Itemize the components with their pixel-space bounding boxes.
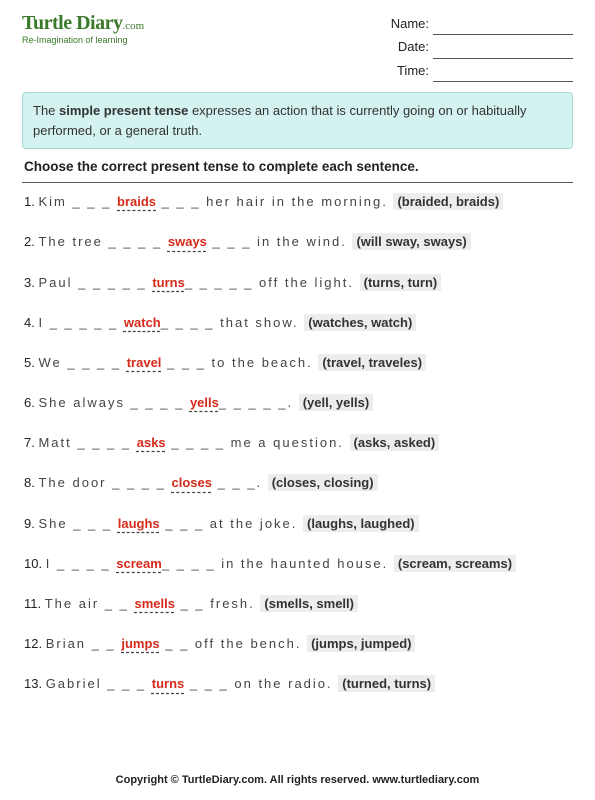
question-post: _ _ _ _ that show. <box>161 315 305 330</box>
answer: closes <box>171 475 211 490</box>
question-number: 6. <box>24 395 38 410</box>
logo: Turtle Diary.com Re-Imagination of learn… <box>22 12 144 82</box>
question-pre: Matt _ _ _ _ <box>38 435 136 450</box>
question-post: _ _ _ to the beach. <box>161 355 318 370</box>
footer: Copyright © TurtleDiary.com. All rights … <box>0 774 595 786</box>
logo-text: Turtle Diary.com <box>22 12 144 35</box>
questions-list: 1. Kim _ _ _ braids _ _ _ her hair in th… <box>22 193 573 693</box>
question-number: 12. <box>24 636 46 651</box>
header-row: Turtle Diary.com Re-Imagination of learn… <box>22 12 573 82</box>
question-post: _ _ _ _ _ off the light. <box>185 275 360 290</box>
meta-fields: Name: Date: Time: <box>391 12 573 82</box>
options: (turned, turns) <box>338 675 435 692</box>
options: (jumps, jumped) <box>307 635 415 652</box>
answer: travel <box>127 355 162 370</box>
question-row: 6. She always _ _ _ _ yells_ _ _ _ _. (y… <box>24 394 573 412</box>
options: (travel, traveles) <box>318 354 426 371</box>
options: (laughs, laughed) <box>303 515 419 532</box>
question-pre: The tree _ _ _ _ <box>38 234 167 249</box>
answer: smells <box>134 596 174 611</box>
options: (closes, closing) <box>268 474 378 491</box>
question-pre: The door _ _ _ _ <box>38 475 171 490</box>
question-number: 4. <box>24 315 38 330</box>
question-post: _ _ _. <box>212 475 268 490</box>
question-number: 11. <box>24 596 45 611</box>
answer: turns <box>152 676 185 691</box>
answer: laughs <box>118 516 160 531</box>
options: (scream, screams) <box>394 555 516 572</box>
answer: yells <box>190 395 219 410</box>
question-pre: We _ _ _ _ <box>38 355 126 370</box>
answer: braids <box>117 194 156 209</box>
date-label: Date: <box>398 39 429 54</box>
question-row: 13. Gabriel _ _ _ turns _ _ _ on the rad… <box>24 675 573 693</box>
question-pre: Brian _ _ <box>46 636 122 651</box>
intro-bold: simple present tense <box>59 103 188 118</box>
question-pre: I _ _ _ _ <box>46 556 117 571</box>
instruction: Choose the correct present tense to comp… <box>24 159 571 174</box>
logo-tagline: Re-Imagination of learning <box>22 35 144 45</box>
question-pre: I _ _ _ _ _ <box>38 315 123 330</box>
intro-pre: The <box>33 103 59 118</box>
question-number: 10. <box>24 556 46 571</box>
logo-main: Turtle Diary <box>22 12 122 34</box>
divider <box>22 182 573 183</box>
logo-suffix: .com <box>122 20 144 32</box>
question-pre: Gabriel _ _ _ <box>46 676 152 691</box>
time-label: Time: <box>397 63 429 78</box>
options: (turns, turn) <box>360 274 442 291</box>
time-blank[interactable] <box>433 81 573 82</box>
question-pre: Paul _ _ _ _ _ <box>38 275 152 290</box>
question-number: 2. <box>24 234 38 249</box>
options: (braided, braids) <box>393 193 503 210</box>
question-pre: She always _ _ _ _ <box>38 395 189 410</box>
question-pre: The air _ _ <box>45 596 135 611</box>
question-row: 5. We _ _ _ _ travel _ _ _ to the beach.… <box>24 354 573 372</box>
answer: scream <box>116 556 162 571</box>
question-post: _ _ _ in the wind. <box>207 234 353 249</box>
question-post: _ _ _ _ _. <box>219 395 299 410</box>
question-post: _ _ _ _ me a question. <box>166 435 350 450</box>
name-label: Name: <box>391 16 429 31</box>
question-row: 12. Brian _ _ jumps _ _ off the bench. (… <box>24 635 573 653</box>
question-number: 13. <box>24 676 46 691</box>
answer: jumps <box>121 636 159 651</box>
question-post: _ _ _ at the joke. <box>160 516 303 531</box>
question-post: _ _ fresh. <box>175 596 260 611</box>
question-number: 9. <box>24 516 38 531</box>
options: (smells, smell) <box>260 595 358 612</box>
question-row: 1. Kim _ _ _ braids _ _ _ her hair in th… <box>24 193 573 211</box>
question-number: 1. <box>24 194 38 209</box>
question-post: _ _ _ on the radio. <box>184 676 338 691</box>
options: (watches, watch) <box>304 314 416 331</box>
answer: turns <box>152 275 185 290</box>
question-row: 4. I _ _ _ _ _ watch_ _ _ _ that show. (… <box>24 314 573 332</box>
question-row: 3. Paul _ _ _ _ _ turns_ _ _ _ _ off the… <box>24 274 573 292</box>
options: (will sway, sways) <box>352 233 470 250</box>
answer: asks <box>137 435 166 450</box>
question-post: _ _ _ _ in the haunted house. <box>162 556 394 571</box>
answer: sways <box>168 234 207 249</box>
question-row: 11. The air _ _ smells _ _ fresh. (smell… <box>24 595 573 613</box>
question-row: 2. The tree _ _ _ _ sways _ _ _ in the w… <box>24 233 573 251</box>
question-row: 7. Matt _ _ _ _ asks _ _ _ _ me a questi… <box>24 434 573 452</box>
question-number: 3. <box>24 275 38 290</box>
question-row: 8. The door _ _ _ _ closes _ _ _. (close… <box>24 474 573 492</box>
options: (asks, asked) <box>350 434 440 451</box>
question-row: 10. I _ _ _ _ scream_ _ _ _ in the haunt… <box>24 555 573 573</box>
question-row: 9. She _ _ _ laughs _ _ _ at the joke. (… <box>24 515 573 533</box>
intro-box: The simple present tense expresses an ac… <box>22 92 573 149</box>
question-pre: She _ _ _ <box>38 516 117 531</box>
question-post: _ _ off the bench. <box>160 636 307 651</box>
answer: watch <box>124 315 161 330</box>
question-number: 7. <box>24 435 38 450</box>
question-post: _ _ _ her hair in the morning. <box>156 194 393 209</box>
options: (yell, yells) <box>299 394 373 411</box>
question-number: 8. <box>24 475 38 490</box>
question-number: 5. <box>24 355 38 370</box>
question-pre: Kim _ _ _ <box>38 194 117 209</box>
